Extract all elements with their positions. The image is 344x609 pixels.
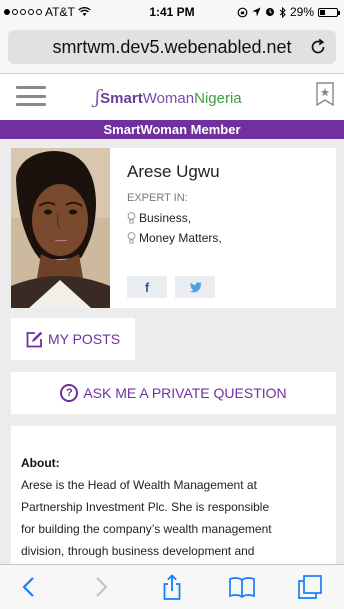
twitter-button[interactable] — [175, 276, 215, 298]
profile-photo — [11, 148, 110, 308]
bluetooth-icon — [279, 6, 286, 18]
ask-question-label: ASK ME A PRIVATE QUESTION — [83, 385, 287, 401]
member-banner: SmartWoman Member — [0, 120, 344, 139]
status-bar: AT&T 1:41 PM 29% — [0, 0, 344, 24]
forward-icon[interactable] — [86, 574, 114, 600]
expertise-item[interactable]: Business, — [127, 211, 191, 225]
battery-icon — [318, 7, 340, 17]
about-heading: About: — [21, 456, 60, 470]
address-bar[interactable]: smrtwm.dev5.webenabled.net — [8, 30, 336, 64]
profile-card: Arese Ugwu EXPERT IN: Business, Money Ma… — [11, 148, 336, 308]
tabs-icon[interactable] — [296, 574, 324, 600]
about-card: About: Arese is the Head of Wealth Manag… — [11, 426, 336, 586]
ask-private-question-button[interactable]: ? ASK ME A PRIVATE QUESTION — [11, 372, 336, 414]
rotation-lock-icon — [237, 7, 248, 17]
expertise-label: Money Matters, — [139, 231, 222, 245]
about-line: division, through business development a… — [21, 544, 255, 558]
bookmark-star-icon[interactable] — [316, 82, 334, 106]
bookmarks-icon[interactable] — [228, 574, 256, 600]
logo-nigeria: Nigeria — [194, 90, 242, 107]
battery-percent: 29% — [289, 5, 314, 19]
expertise-label: Business, — [139, 211, 192, 225]
reload-icon[interactable] — [308, 37, 328, 57]
browser-bottom-toolbar — [0, 564, 344, 609]
expertise-item[interactable]: Money Matters, — [127, 231, 222, 245]
site-logo[interactable]: ʃSmartWomanNigeria — [95, 86, 242, 108]
location-icon — [252, 7, 261, 17]
back-icon[interactable] — [16, 574, 44, 600]
twitter-icon — [189, 281, 202, 292]
menu-icon[interactable] — [16, 86, 46, 106]
my-posts-button[interactable]: MY POSTS — [11, 318, 135, 360]
logo-smart: Smart — [100, 90, 143, 107]
edit-icon — [26, 331, 43, 347]
about-line: Arese is the Head of Wealth Management a… — [21, 478, 257, 492]
lightbulb-icon — [127, 212, 136, 224]
battery-fill — [320, 9, 325, 15]
facebook-button[interactable]: f — [127, 276, 167, 298]
lightbulb-icon — [127, 232, 136, 244]
expert-label: EXPERT IN: — [127, 192, 188, 204]
browser-toolbar: smrtwm.dev5.webenabled.net — [0, 24, 344, 74]
member-name: Arese Ugwu — [127, 162, 220, 181]
about-line: for building the company’s wealth manage… — [21, 522, 272, 536]
question-icon: ? — [60, 384, 79, 402]
my-posts-label: MY POSTS — [47, 331, 121, 347]
facebook-icon: f — [144, 279, 150, 295]
site-header: ʃSmartWomanNigeria — [0, 74, 344, 120]
alarm-icon — [265, 8, 274, 16]
screen: AT&T 1:41 PM 29% smrtwm.dev5.webenabled.… — [0, 0, 344, 609]
status-right: 29% — [237, 5, 340, 19]
logo-woman: Woman — [142, 90, 195, 107]
about-text: Arese is the Head of Wealth Management a… — [21, 474, 329, 562]
about-line: Partnership Investment Plc. She is respo… — [21, 500, 270, 514]
share-icon[interactable] — [158, 574, 186, 600]
url-text: smrtwm.dev5.webenabled.net — [52, 36, 292, 57]
